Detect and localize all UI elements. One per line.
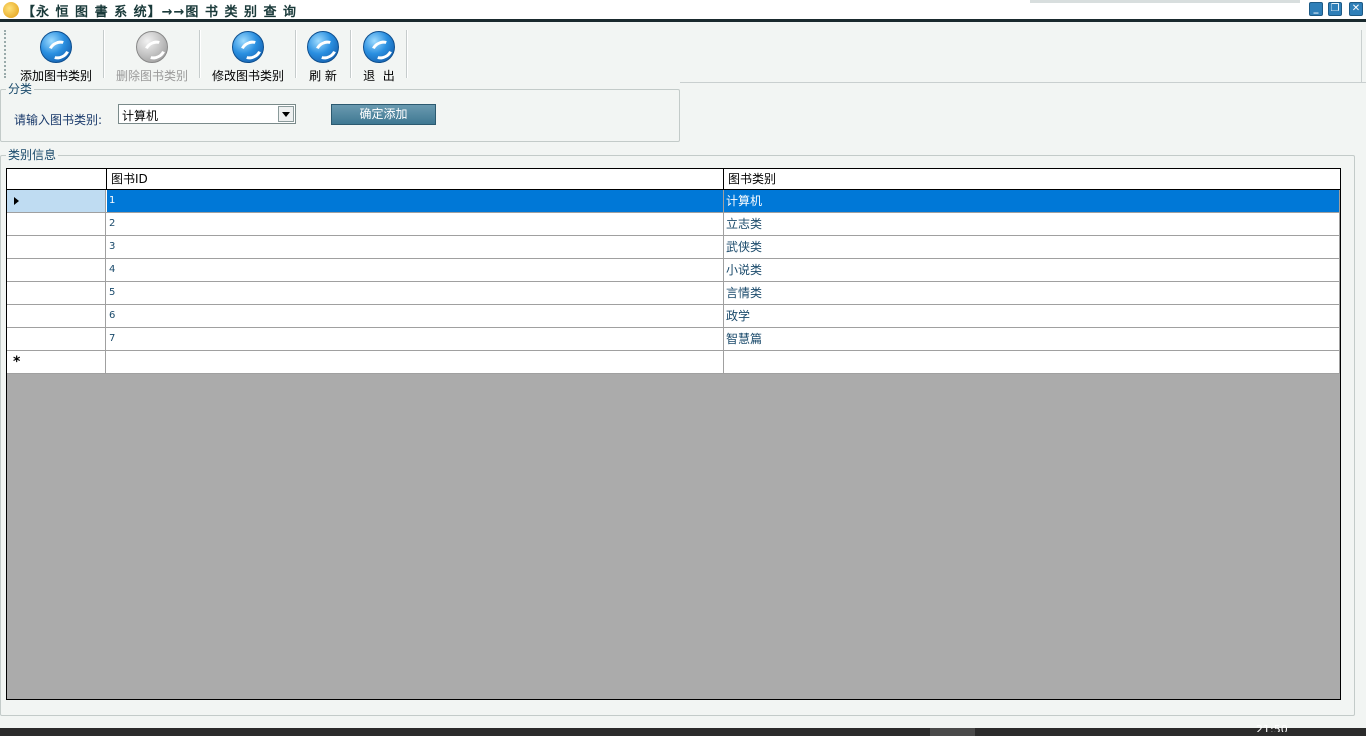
cell-book-category[interactable]: 言情类 [724, 282, 1340, 304]
cell-book-category[interactable]: 立志类 [724, 213, 1340, 235]
exit-bird-icon [363, 31, 395, 63]
refresh-button[interactable]: 刷 新 [302, 29, 344, 83]
exit-label: 退 出 [363, 69, 395, 83]
taskbar-clock[interactable]: 21:50 [1256, 724, 1288, 732]
category-data-grid[interactable]: 图书ID 图书类别 1 计算机 2 立志类 3 武侠类 4 小说类 5 言情类 … [6, 168, 1341, 700]
toolbar-separator [406, 30, 408, 78]
edit-category-button[interactable]: 修改图书类别 [206, 29, 290, 83]
minimize-button[interactable]: _ [1309, 2, 1323, 16]
refresh-globe-icon [40, 31, 72, 63]
new-table-row[interactable]: * [7, 351, 1340, 374]
toolbar [0, 25, 1366, 83]
cell-book-category[interactable]: 计算机 [724, 190, 1340, 212]
delete-category-label: 删除图书类别 [115, 69, 188, 83]
cell-book-id[interactable]: 3 [107, 236, 724, 258]
edit-category-label: 修改图书类别 [211, 69, 284, 83]
refresh-globe-icon [136, 31, 168, 63]
table-row[interactable]: 1 计算机 [7, 190, 1340, 213]
row-header[interactable] [7, 259, 106, 281]
add-category-button[interactable]: 添加图书类别 [14, 29, 98, 83]
toolbar-right-edge [1361, 30, 1366, 82]
refresh-label: 刷 新 [309, 69, 337, 83]
cell-book-category[interactable]: 武侠类 [724, 236, 1340, 258]
cell-book-id[interactable]: 2 [107, 213, 724, 235]
window-title: 【永 恒 图 書 系 统】→→图 书 类 别 查 询 [22, 5, 298, 20]
globe-icon [232, 31, 264, 63]
cell-book-category[interactable] [724, 351, 1340, 373]
toolbar-grip[interactable] [4, 30, 6, 78]
row-header[interactable]: * [7, 351, 106, 373]
title-bar-overlay [1030, 0, 1300, 3]
cell-book-id[interactable]: 7 [107, 328, 724, 350]
title-bar: 【永 恒 图 書 系 统】→→图 书 类 别 查 询 _ ❐ ✕ [0, 0, 1366, 22]
grid-corner-header[interactable] [7, 169, 107, 189]
table-row[interactable]: 7 智慧篇 [7, 328, 1340, 351]
category-input-label: 请输入图书类别: [14, 113, 103, 127]
grid-header-row: 图书ID 图书类别 [7, 169, 1340, 190]
table-row[interactable]: 2 立志类 [7, 213, 1340, 236]
taskbar-item[interactable] [930, 728, 975, 736]
maximize-button[interactable]: ❐ [1328, 2, 1342, 16]
chevron-down-icon[interactable] [278, 106, 294, 122]
cell-book-id[interactable]: 4 [107, 259, 724, 281]
exit-button[interactable]: 退 出 [356, 29, 402, 83]
category-info-legend: 类别信息 [6, 148, 59, 162]
row-header[interactable] [7, 190, 106, 212]
category-group-legend: 分类 [6, 82, 35, 96]
row-header[interactable] [7, 213, 106, 235]
table-row[interactable]: 3 武侠类 [7, 236, 1340, 259]
refresh-icon [307, 31, 339, 63]
column-header-book-id[interactable]: 图书ID [106, 169, 724, 189]
table-row[interactable]: 4 小说类 [7, 259, 1340, 282]
table-row[interactable]: 5 言情类 [7, 282, 1340, 305]
table-row[interactable]: 6 政学 [7, 305, 1340, 328]
app-moon-icon [3, 2, 19, 18]
column-header-book-category[interactable]: 图书类别 [723, 169, 1340, 189]
category-select-value: 计算机 [122, 109, 159, 123]
toolbar-separator [103, 30, 105, 78]
taskbar: 21:50 [0, 724, 1366, 736]
confirm-add-button[interactable]: 确定添加 [331, 104, 436, 125]
toolbar-bottom-edge [680, 82, 1366, 83]
cell-book-id[interactable]: 1 [107, 190, 724, 212]
toolbar-separator [350, 30, 352, 78]
cell-book-id[interactable]: 5 [107, 282, 724, 304]
delete-category-button[interactable]: 删除图书类别 [110, 29, 194, 83]
toolbar-separator [199, 30, 201, 78]
row-header[interactable] [7, 328, 106, 350]
category-select[interactable]: 计算机 [118, 104, 296, 124]
cell-book-category[interactable]: 政学 [724, 305, 1340, 327]
cell-book-category[interactable]: 智慧篇 [724, 328, 1340, 350]
current-row-arrow-icon [14, 197, 19, 205]
cell-book-category[interactable]: 小说类 [724, 259, 1340, 281]
new-row-asterisk-icon: * [13, 354, 21, 370]
close-button[interactable]: ✕ [1349, 2, 1363, 16]
row-header[interactable] [7, 282, 106, 304]
toolbar-separator [295, 30, 297, 78]
row-header[interactable] [7, 236, 106, 258]
cell-book-id[interactable] [107, 351, 724, 373]
row-header[interactable] [7, 305, 106, 327]
cell-book-id[interactable]: 6 [107, 305, 724, 327]
